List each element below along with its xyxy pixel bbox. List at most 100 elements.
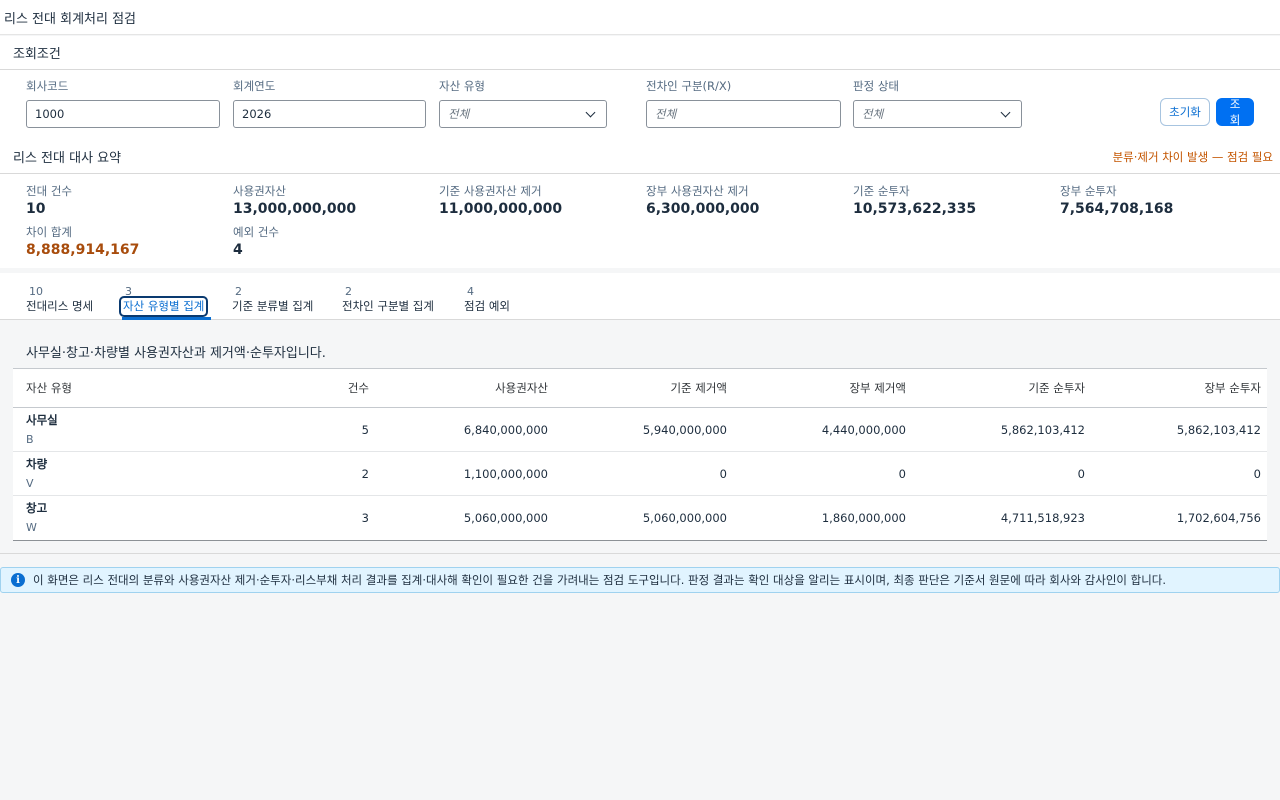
column-header-count[interactable]: 건수	[218, 380, 375, 396]
filter-panel: 조회조건 회사코드 1000 회계연도 2026 자산 유형 전체 전차인 구분…	[0, 36, 1280, 140]
cell-type: 차량 V	[13, 454, 218, 494]
tab-exceptions[interactable]: 4 점검 예외	[464, 285, 510, 314]
kpi-sublease-count: 전대 건수 10	[26, 184, 72, 217]
tab-count: 3	[125, 285, 132, 298]
tab-sublease-details[interactable]: 10 전대리스 명세	[26, 285, 93, 314]
page-title: 리스 전대 회계처리 점검	[4, 11, 136, 27]
tab-classification-summary[interactable]: 2 기준 분류별 집계	[232, 285, 313, 314]
table-header: 자산 유형 건수 사용권자산 기준 제거액 장부 제거액 기준 순투자 장부 순…	[13, 369, 1267, 408]
column-header-std-net[interactable]: 기준 순투자	[912, 380, 1091, 396]
cell-std-removal: 0	[719, 466, 727, 481]
kpi-value: 6,300,000,000	[646, 201, 760, 217]
judgement-status-field: 판정 상태 전체	[853, 78, 1022, 128]
company-code-label: 회사코드	[26, 79, 69, 93]
info-message-strip: i 이 화면은 리스 전대의 분류와 사용권자산 제거·순투자·리스부채 처리 …	[0, 567, 1280, 593]
kpi-diff-total: 차이 합계 8,888,914,167	[26, 225, 139, 258]
kpi-label: 기준 사용권자산 제거	[439, 184, 542, 198]
judgement-status-select[interactable]: 전체	[853, 100, 1022, 128]
company-code-field: 회사코드 1000	[26, 78, 220, 128]
tab-label: 점검 예외	[464, 299, 510, 313]
fiscal-year-field: 회계연도 2026	[233, 78, 426, 128]
column-header-type[interactable]: 자산 유형	[13, 380, 218, 396]
fiscal-year-input[interactable]: 2026	[233, 100, 426, 128]
kpi-std-net-investment: 기준 순투자 10,573,622,335	[853, 184, 976, 217]
asset-type-label: 자산 유형	[439, 79, 485, 93]
app-header: 리스 전대 회계처리 점검	[0, 0, 1280, 35]
kpi-value: 11,000,000,000	[439, 201, 563, 217]
column-header-book-removal[interactable]: 장부 제거액	[733, 380, 912, 396]
lessee-type-field: 전차인 구분(R/X) 전체	[646, 78, 841, 128]
tab-asset-type-summary[interactable]: 3 자산 유형별 집계	[118, 285, 209, 317]
cell-book-removal: 0	[898, 466, 906, 481]
cell-book-net: 5,862,103,412	[1176, 422, 1261, 437]
search-button[interactable]: 조회	[1216, 97, 1254, 127]
column-header-std-removal[interactable]: 기준 제거액	[554, 380, 733, 396]
cell-std-net: 5,862,103,412	[1000, 422, 1085, 437]
kpi-label: 기준 순투자	[853, 184, 910, 198]
judgement-status-label: 판정 상태	[853, 79, 899, 93]
company-code-value: 1000	[35, 107, 65, 121]
asset-type-code: V	[26, 476, 34, 490]
lessee-type-label: 전차인 구분(R/X)	[646, 79, 732, 93]
summary-panel-title: 리스 전대 대사 요약	[13, 151, 122, 166]
cell-type: 창고 W	[13, 498, 218, 538]
kpi-std-rou-removal: 기준 사용권자산 제거 11,000,000,000	[439, 184, 562, 217]
cell-count: 3	[361, 511, 369, 525]
info-icon: i	[11, 573, 25, 587]
kpi-book-rou-removal: 장부 사용권자산 제거 6,300,000,000	[646, 184, 759, 217]
table-row[interactable]: 창고 W 3 5,060,000,000 5,060,000,000 1,860…	[13, 496, 1267, 540]
asset-type-table: 자산 유형 건수 사용권자산 기준 제거액 장부 제거액 기준 순투자 장부 순…	[13, 368, 1267, 541]
tab-content: 사무실·창고·차량별 사용권자산과 제거액·순투자입니다. 자산 유형 건수 사…	[0, 320, 1280, 552]
lessee-type-input[interactable]: 전체	[646, 100, 841, 128]
lessee-type-placeholder: 전체	[655, 107, 677, 121]
content-divider	[0, 553, 1280, 554]
asset-type-select[interactable]: 전체	[439, 100, 607, 128]
cell-rou: 1,100,000,000	[463, 466, 548, 481]
asset-type-name: 사무실	[26, 412, 58, 427]
asset-type-code: W	[26, 521, 37, 534]
tab-count: 2	[345, 285, 352, 298]
content-description: 사무실·창고·차량별 사용권자산과 제거액·순투자입니다.	[26, 346, 326, 361]
cell-book-removal: 1,860,000,000	[821, 511, 906, 525]
cell-book-net: 1,702,604,756	[1176, 511, 1261, 525]
kpi-label: 장부 순투자	[1060, 184, 1117, 198]
kpi-rou-asset: 사용권자산 13,000,000,000	[233, 184, 356, 217]
filter-panel-header: 조회조건	[0, 36, 1280, 70]
kpi-value: 10,573,622,335	[853, 201, 977, 217]
kpi-book-net-investment: 장부 순투자 7,564,708,168	[1060, 184, 1173, 217]
kpi-label: 사용권자산	[233, 184, 286, 198]
kpi-value: 8,888,914,167	[26, 242, 140, 258]
table-row[interactable]: 사무실 B 5 6,840,000,000 5,940,000,000 4,44…	[13, 408, 1267, 452]
kpi-exception-count: 예외 건수 4	[233, 225, 279, 258]
tab-label: 전대리스 명세	[26, 299, 94, 313]
column-header-rou[interactable]: 사용권자산	[375, 380, 554, 396]
kpi-value: 13,000,000,000	[233, 201, 357, 217]
asset-type-name: 창고	[26, 501, 48, 515]
tab-label: 자산 유형별 집계	[118, 296, 209, 317]
tab-count: 10	[29, 285, 43, 298]
tab-count: 2	[235, 285, 242, 298]
cell-std-removal: 5,060,000,000	[642, 511, 727, 525]
cell-std-removal: 5,940,000,000	[642, 422, 727, 437]
tab-lessee-type-summary[interactable]: 2 전차인 구분별 집계	[342, 285, 434, 314]
column-header-book-net[interactable]: 장부 순투자	[1091, 380, 1267, 396]
kpi-label: 장부 사용권자산 제거	[646, 184, 749, 198]
kpi-label: 차이 합계	[26, 225, 72, 239]
tab-count: 4	[467, 285, 474, 298]
table-row[interactable]: 차량 V 2 1,100,000,000 0 0 0 0	[13, 452, 1267, 496]
kpi-label: 예외 건수	[233, 225, 279, 239]
kpi-value: 10	[26, 201, 46, 217]
asset-type-code: B	[26, 432, 34, 446]
reset-button[interactable]: 초기화	[1160, 98, 1210, 126]
fiscal-year-value: 2026	[242, 107, 272, 121]
summary-panel: 리스 전대 대사 요약 분류·제거 차이 발생 — 점검 필요 전대 건수 10…	[0, 140, 1280, 268]
kpi-value: 7,564,708,168	[1060, 201, 1174, 217]
cell-std-net: 0	[1077, 466, 1085, 481]
tab-bar: 10 전대리스 명세 3 자산 유형별 집계 2 기준 분류별 집계 2 전차인…	[0, 273, 1280, 320]
cell-std-net: 4,711,518,923	[1000, 511, 1085, 525]
company-code-input[interactable]: 1000	[26, 100, 220, 128]
cell-rou: 5,060,000,000	[463, 511, 548, 525]
chevron-down-icon	[584, 107, 598, 121]
cell-rou: 6,840,000,000	[463, 422, 548, 437]
summary-warning: 분류·제거 차이 발생 — 점검 필요	[1112, 149, 1273, 164]
